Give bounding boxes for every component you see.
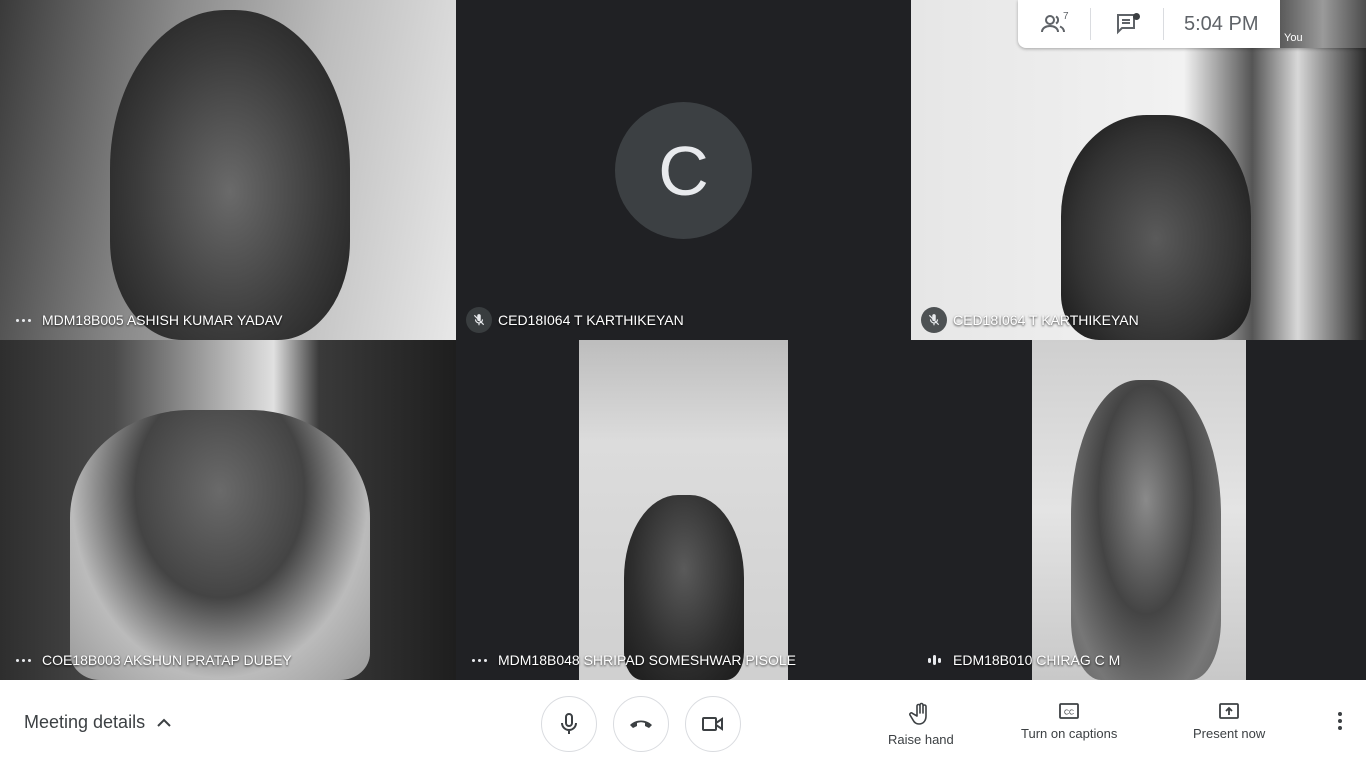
- participant-tile[interactable]: C CED18I064 T KARTHIKEYAN: [456, 0, 911, 340]
- more-options-icon[interactable]: [466, 647, 492, 673]
- leave-call-button[interactable]: [613, 696, 669, 752]
- participant-name: CED18I064 T KARTHIKEYAN: [498, 312, 684, 328]
- more-options-icon[interactable]: [10, 647, 36, 673]
- participant-name: CED18I064 T KARTHIKEYAN: [953, 312, 1139, 328]
- present-icon: [1219, 703, 1240, 719]
- participant-avatar: C: [615, 102, 752, 239]
- camera-icon: [702, 717, 723, 731]
- captions-label: Turn on captions: [1021, 726, 1118, 741]
- raise-hand-label: Raise hand: [888, 732, 954, 747]
- svg-text:CC: CC: [1064, 710, 1074, 717]
- more-vert-icon: [1338, 712, 1342, 730]
- show-participants-button[interactable]: 7: [1018, 0, 1090, 48]
- participant-tile[interactable]: EDM18B010 CHIRAG C M: [911, 340, 1366, 680]
- participant-count: 7: [1063, 11, 1069, 22]
- bottom-control-bar: Meeting details Raise hand CC Turn on ca…: [0, 680, 1366, 768]
- captions-button[interactable]: CC Turn on captions: [1021, 702, 1117, 741]
- participant-figure: [70, 410, 370, 680]
- participant-name: COE18B003 AKSHUN PRATAP DUBEY: [42, 652, 292, 668]
- mic-off-icon: [921, 307, 947, 333]
- captions-icon: CC: [1059, 703, 1080, 719]
- participant-figure: [110, 10, 350, 340]
- mic-icon: [561, 713, 577, 734]
- mic-button[interactable]: [541, 696, 597, 752]
- participant-tile[interactable]: MDM18B048 SHRIPAD SOMESHWAR PISOLE: [456, 340, 911, 680]
- participant-tile[interactable]: CED18I064 T KARTHIKEYAN: [911, 0, 1366, 340]
- participant-figure: [1061, 115, 1251, 340]
- chat-button[interactable]: [1091, 0, 1163, 48]
- participant-tile[interactable]: COE18B003 AKSHUN PRATAP DUBEY: [0, 340, 456, 680]
- notification-dot: [1133, 13, 1140, 20]
- meeting-details-button[interactable]: Meeting details: [24, 712, 171, 733]
- video-grid: MDM18B005 ASHISH KUMAR YADAV C CED18I064…: [0, 0, 1366, 680]
- participant-figure: [1071, 380, 1221, 680]
- chevron-up-icon: [157, 718, 171, 727]
- participant-name: MDM18B005 ASHISH KUMAR YADAV: [42, 312, 283, 328]
- hang-up-icon: [630, 720, 652, 728]
- present-label: Present now: [1193, 726, 1266, 741]
- present-button[interactable]: Present now: [1193, 702, 1265, 741]
- self-label: You: [1284, 32, 1303, 44]
- hand-icon: [908, 702, 927, 725]
- raise-hand-button[interactable]: Raise hand: [888, 702, 954, 747]
- more-options-button[interactable]: [1338, 712, 1342, 735]
- meeting-details-label: Meeting details: [24, 712, 146, 732]
- participant-tile[interactable]: MDM18B005 ASHISH KUMAR YADAV: [0, 0, 456, 340]
- participant-name: MDM18B048 SHRIPAD SOMESHWAR PISOLE: [498, 652, 796, 668]
- self-view[interactable]: You: [1280, 0, 1366, 48]
- participant-name: EDM18B010 CHIRAG C M: [953, 652, 1121, 668]
- speaking-indicator-icon: [921, 647, 947, 673]
- meeting-clock: 5:04 PM: [1184, 12, 1259, 35]
- mic-off-icon: [466, 307, 492, 333]
- more-options-icon[interactable]: [10, 307, 36, 333]
- camera-button[interactable]: [685, 696, 741, 752]
